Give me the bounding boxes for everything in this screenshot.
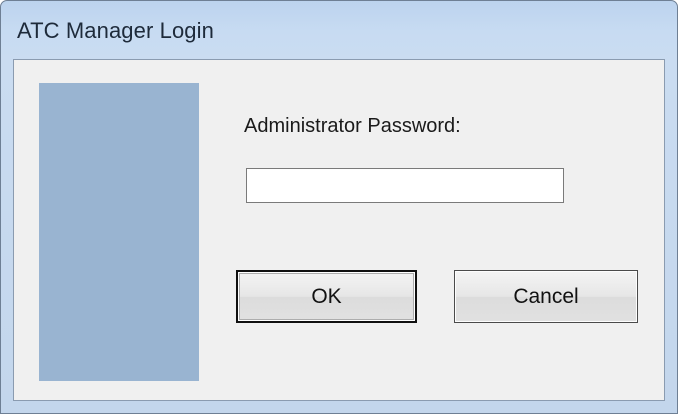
title-bar[interactable]: ATC Manager Login <box>1 1 677 59</box>
side-image-panel <box>39 83 199 381</box>
password-input[interactable] <box>246 168 564 203</box>
login-dialog-window: ATC Manager Login Administrator Password… <box>0 0 678 414</box>
window-title: ATC Manager Login <box>17 18 214 43</box>
ok-button[interactable]: OK <box>236 270 417 323</box>
cancel-button[interactable]: Cancel <box>454 270 638 323</box>
dialog-client-area: Administrator Password: OK Cancel <box>13 59 665 401</box>
password-label: Administrator Password: <box>244 115 461 137</box>
